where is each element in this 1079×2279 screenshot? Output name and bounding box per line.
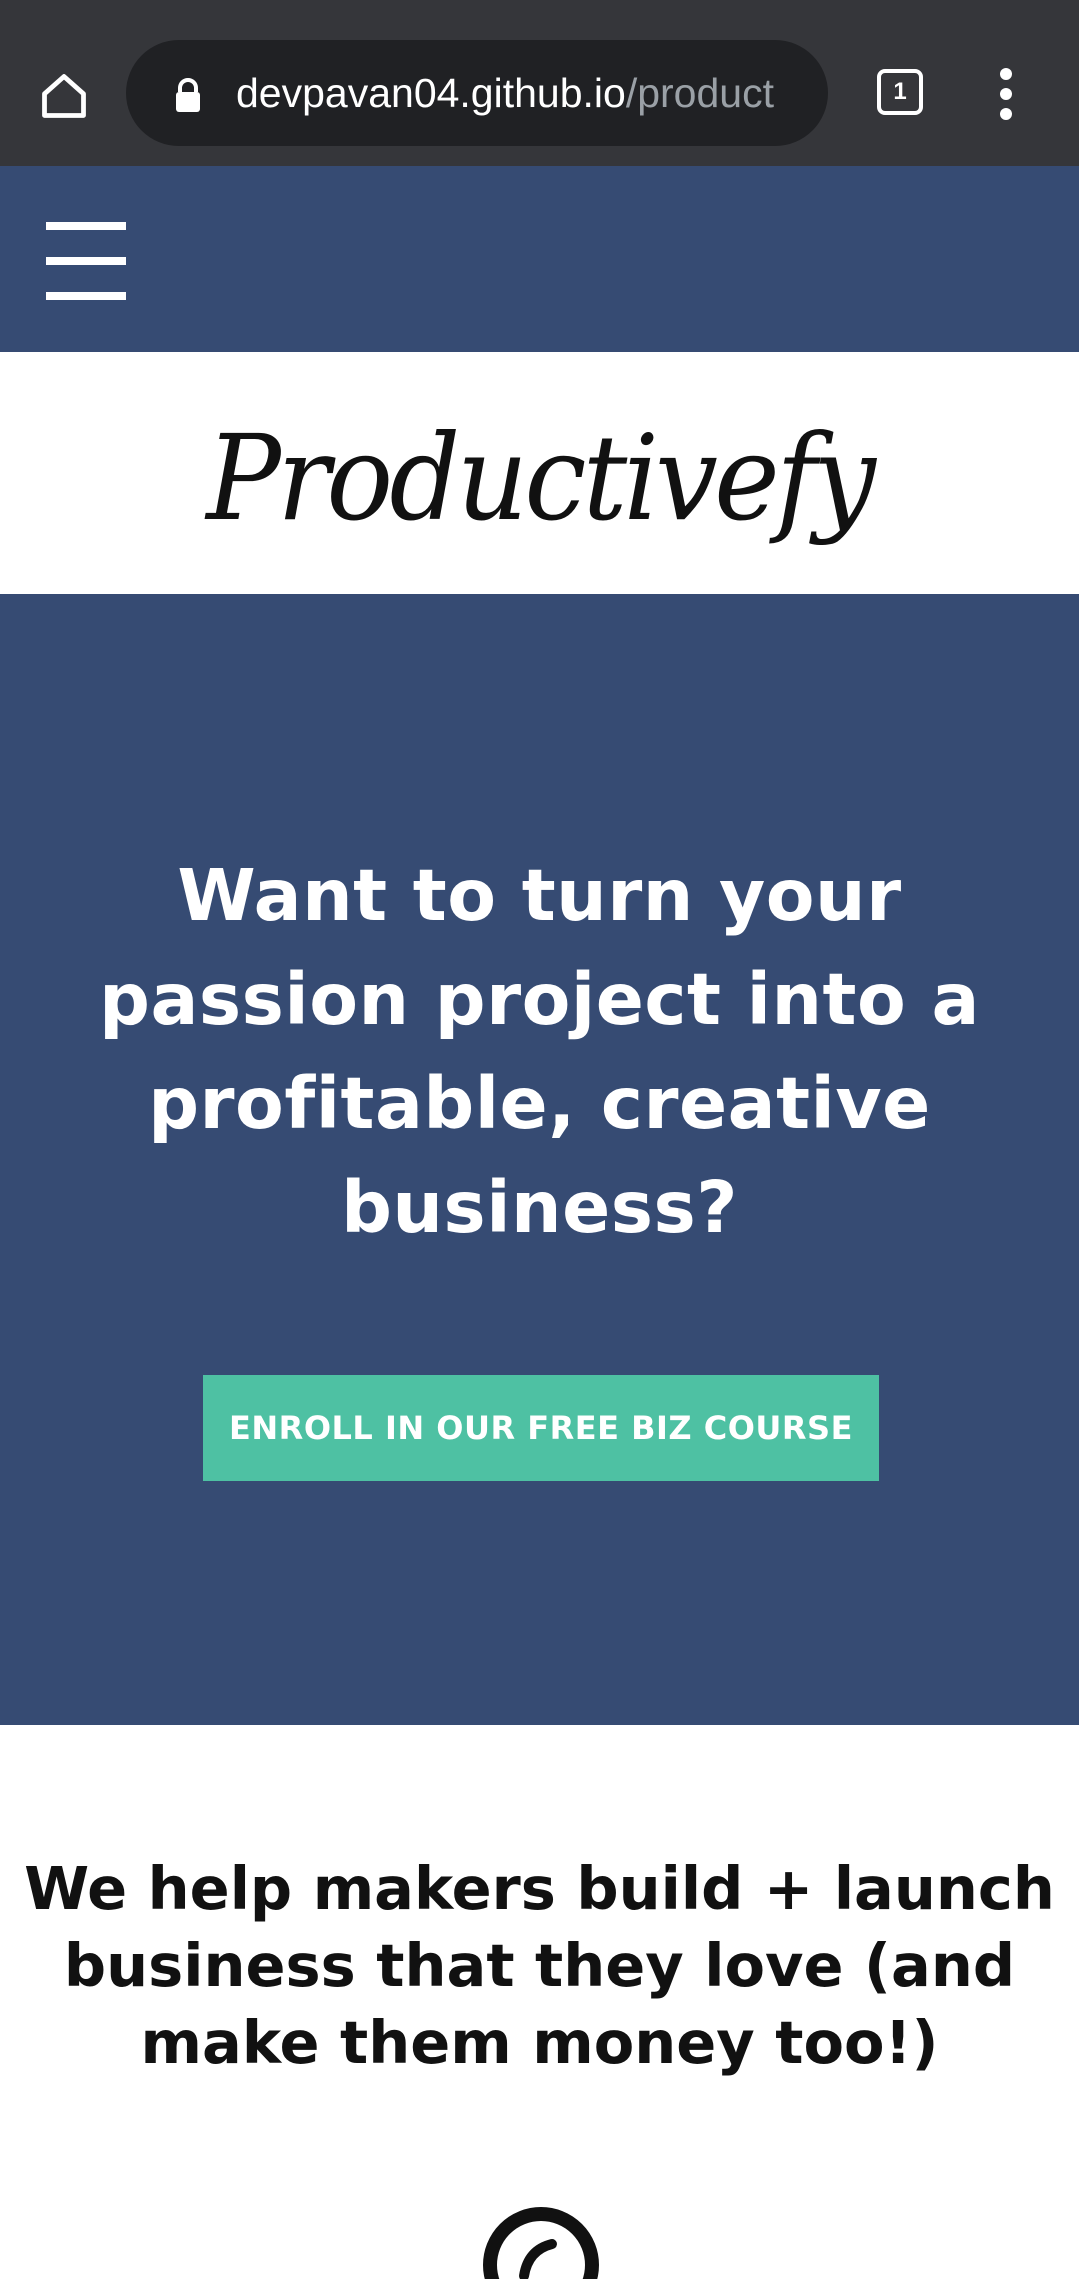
enroll-course-button[interactable]: ENROLL IN OUR FREE BIZ COURSE: [203, 1375, 879, 1481]
more-vert-icon: [1000, 68, 1012, 120]
tagline-heading: We help makers build + launch business t…: [24, 1854, 1055, 2077]
hero-section: Want to turn your passion project into a…: [0, 594, 1079, 1725]
url-path: /product: [625, 70, 774, 116]
home-button[interactable]: [28, 60, 100, 132]
tab-switcher-button[interactable]: 1: [872, 64, 928, 120]
url-host: devpavan04.github.io: [236, 70, 626, 116]
address-bar[interactable]: devpavan04.github.io/product: [126, 40, 828, 146]
hamburger-icon[interactable]: [46, 222, 126, 300]
lock-icon: [176, 78, 200, 112]
url-text: devpavan04.github.io/product: [236, 40, 806, 146]
browser-menu-button[interactable]: [986, 62, 1026, 126]
site-nav: [0, 166, 1079, 352]
tab-count: 1: [893, 78, 907, 105]
browser-toolbar: devpavan04.github.io/product 1: [0, 0, 1079, 166]
hero-title: Want to turn your passion project into a…: [99, 854, 980, 1249]
home-icon: [42, 74, 86, 118]
circle-icon: [483, 2207, 599, 2279]
logo-section: Productivefy: [0, 352, 1079, 594]
site-logo[interactable]: Productivefy: [207, 409, 877, 547]
tabs-icon: 1: [877, 69, 923, 115]
